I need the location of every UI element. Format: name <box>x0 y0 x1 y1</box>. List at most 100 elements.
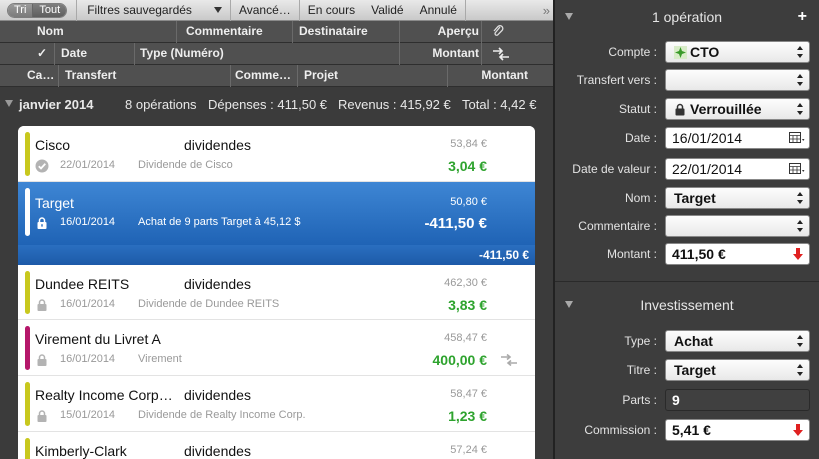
debit-arrow-icon[interactable] <box>793 248 803 260</box>
transaction-name: Virement du Livret A <box>35 331 161 347</box>
investment-section-header[interactable]: Investissement <box>555 289 819 321</box>
investment-type-popup[interactable]: Achat <box>665 330 810 352</box>
updown-chevron-icon <box>797 103 804 115</box>
investment-title: Investissement <box>640 297 734 313</box>
month-group-header[interactable]: janvier 2014 8 opérations Dépenses : 411… <box>0 90 553 120</box>
status-label: Statut : <box>618 102 657 116</box>
transaction-row[interactable]: Cisco dividendes 22/01/2014 Dividende de… <box>18 126 535 182</box>
transaction-row[interactable]: Kimberly-Clark dividendes 57,24 € <box>18 432 535 459</box>
comment-combobox[interactable] <box>665 215 810 237</box>
lock-icon[interactable] <box>35 298 49 312</box>
transaction-row-selected[interactable]: Target 16/01/2014 Achat de 9 parts Targe… <box>18 182 535 245</box>
shares-field: Parts : 9 <box>555 389 819 413</box>
running-balance: 462,30 € <box>444 277 487 289</box>
fee-label: Commission : <box>584 423 657 437</box>
transaction-row[interactable]: Dundee REITS dividendes 16/01/2014 Divid… <box>18 265 535 320</box>
category-color-bar <box>25 271 30 314</box>
value-date-input[interactable]: 22/01/2014 <box>665 158 810 180</box>
transaction-amount: 3,04 € <box>448 158 487 174</box>
column-preview[interactable]: Aperçu <box>399 21 481 43</box>
debit-arrow-icon[interactable] <box>793 424 803 436</box>
account-value: CTO <box>690 44 720 60</box>
transfer-field: Transfert vers : <box>555 69 819 93</box>
calendar-icon[interactable] <box>789 163 805 175</box>
column-date[interactable]: Date <box>54 43 134 65</box>
updown-chevron-icon <box>797 335 804 347</box>
comment-label: Commentaire : <box>578 219 657 233</box>
add-icon[interactable]: + <box>798 1 807 33</box>
transaction-row[interactable]: Virement du Livret A 16/01/2014 Virement… <box>18 320 535 376</box>
transaction-description: Dividende de Cisco <box>138 159 233 171</box>
amount-input[interactable]: 411,50 € <box>665 243 810 265</box>
name-combobox[interactable]: Target <box>665 187 810 209</box>
category-color-bar <box>25 188 30 236</box>
column-type[interactable]: Type (Numéro) <box>134 43 399 65</box>
status-popup[interactable]: Verrouillée <box>665 98 810 120</box>
section-divider <box>555 281 819 282</box>
status-field: Statut : Verrouillée <box>555 98 819 122</box>
running-balance: 53,84 € <box>450 138 487 150</box>
group-expenses: Dépenses : 411,50 € <box>208 97 328 112</box>
security-label: Titre : <box>626 363 657 377</box>
column-comment-short[interactable]: Comme… <box>230 65 297 87</box>
disclosure-triangle-icon[interactable] <box>565 13 573 20</box>
disclosure-triangle-icon[interactable] <box>5 100 13 107</box>
date-input[interactable]: 16/01/2014 <box>665 127 810 149</box>
cancelled-filter-button[interactable]: Annulé <box>412 0 466 21</box>
category-color-bar <box>25 438 30 459</box>
transaction-description: Dividende de Realty Income Corp. <box>138 409 306 421</box>
column-amount[interactable]: Montant <box>399 43 481 65</box>
amount-label: Montant : <box>606 247 657 261</box>
transaction-category: dividendes <box>184 443 251 459</box>
overflow-chevrons-icon[interactable]: » <box>543 3 550 18</box>
date-label: Date : <box>624 131 657 145</box>
updown-chevron-icon <box>797 192 804 204</box>
sort-button[interactable]: Tri <box>8 3 33 17</box>
validated-check-icon[interactable] <box>35 159 49 173</box>
disclosure-triangle-icon[interactable] <box>565 301 573 308</box>
transaction-amount: 400,00 € <box>432 352 488 368</box>
transaction-description: Achat de 9 parts Target à 45,12 $ <box>138 216 301 228</box>
transaction-name: Target <box>35 195 74 211</box>
validated-filter-button[interactable]: Validé <box>363 0 411 21</box>
shares-input[interactable]: 9 <box>665 389 810 411</box>
account-popup[interactable]: CTO <box>665 41 810 63</box>
column-transfer[interactable]: Transfert <box>58 65 230 87</box>
transaction-date: 16/01/2014 <box>60 353 116 365</box>
transaction-row[interactable]: Realty Income Corp… dividendes 15/01/201… <box>18 376 535 432</box>
date-value: 16/01/2014 <box>672 130 743 146</box>
lock-icon[interactable] <box>35 353 49 367</box>
lock-icon <box>675 103 685 116</box>
column-category[interactable]: Ca… <box>27 65 54 87</box>
column-header-row-2: ✓ Date Type (Numéro) Montant <box>0 43 553 65</box>
column-amount-2[interactable]: Montant <box>447 65 553 87</box>
pending-filter-button[interactable]: En cours <box>300 0 363 21</box>
column-header-row-1: Nom Commentaire Destinataire Aperçu <box>0 21 553 43</box>
fee-input[interactable]: 5,41 € <box>665 419 810 441</box>
transfer-column[interactable] <box>481 43 553 65</box>
security-popup[interactable]: Target <box>665 359 810 381</box>
all-button[interactable]: Tout <box>32 3 67 17</box>
column-comment[interactable]: Commentaire <box>176 21 292 43</box>
column-name[interactable]: Nom <box>37 21 64 43</box>
operation-section-header[interactable]: 1 opération + <box>555 1 819 33</box>
filter-toolbar: Tri Tout Filtres sauvegardés Avancé… En … <box>0 0 553 21</box>
calendar-icon[interactable] <box>789 132 805 144</box>
security-field: Titre : Target <box>555 359 819 383</box>
lock-icon[interactable] <box>35 216 49 230</box>
group-total: Total : 4,42 € <box>462 97 537 112</box>
toolbar-divider <box>67 0 78 21</box>
advanced-filter-button[interactable]: Avancé… <box>231 0 300 21</box>
column-recipient[interactable]: Destinataire <box>292 21 399 43</box>
transfer-popup[interactable] <box>665 69 810 91</box>
lock-icon[interactable] <box>35 409 49 423</box>
attachment-column[interactable] <box>481 21 553 43</box>
saved-filters-label: Filtres sauvegardés <box>87 2 192 17</box>
column-check[interactable]: ✓ <box>37 43 47 65</box>
date-field: Date : 16/01/2014 <box>555 127 819 151</box>
transfer-arrows-icon[interactable] <box>500 354 518 366</box>
security-value: Target <box>674 362 716 378</box>
column-project[interactable]: Projet <box>297 65 447 87</box>
saved-filters-popup[interactable]: Filtres sauvegardés <box>77 0 231 21</box>
paperclip-icon <box>493 25 504 36</box>
